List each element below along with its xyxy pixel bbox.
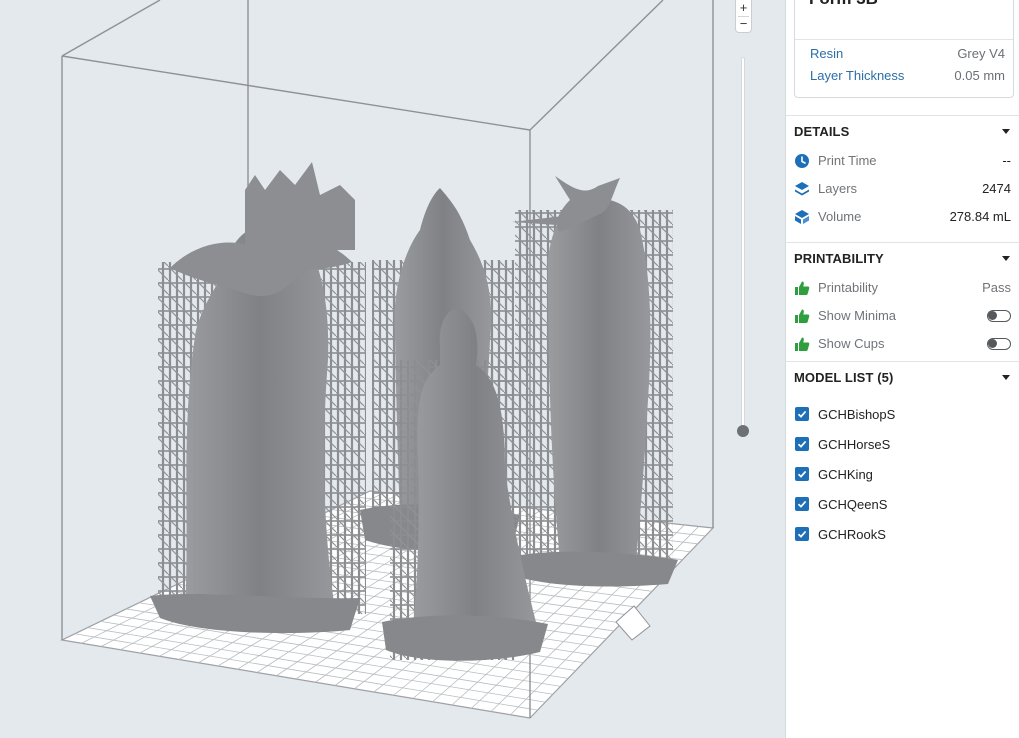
- details-header[interactable]: DETAILS: [786, 115, 1019, 145]
- checkmark-icon: [797, 470, 807, 478]
- layers-icon: [795, 182, 809, 196]
- chevron-down-icon: [1002, 256, 1010, 261]
- layers-row: Layers 2474: [786, 178, 1019, 200]
- 3d-viewport[interactable]: + −: [0, 0, 785, 738]
- clock-icon: [795, 154, 809, 168]
- model-checkbox[interactable]: [795, 437, 809, 451]
- volume-row: Volume 278.84 mL: [786, 206, 1019, 228]
- model-list-header[interactable]: MODEL LIST (5): [786, 361, 1019, 391]
- model-checkbox[interactable]: [795, 467, 809, 481]
- model-list-item[interactable]: GCHHorseS: [786, 434, 1019, 456]
- layer-slider-handle[interactable]: [737, 425, 749, 437]
- chevron-down-icon: [1002, 375, 1010, 380]
- layer-thickness-value: 0.05 mm: [954, 68, 1005, 83]
- model-gchrooks[interactable]: [150, 162, 366, 634]
- model-checkbox[interactable]: [795, 407, 809, 421]
- model-name: GCHKing: [818, 467, 873, 482]
- model-list-item[interactable]: GCHBishopS: [786, 404, 1019, 426]
- chevron-down-icon: [1002, 129, 1010, 134]
- model-list-item[interactable]: GCHQeenS: [786, 494, 1019, 516]
- volume-icon: [795, 210, 809, 224]
- show-cups-label: Show Cups: [818, 336, 885, 351]
- layers-value: 2474: [982, 181, 1011, 196]
- printer-divider: [795, 39, 1013, 40]
- layers-label: Layers: [818, 181, 858, 196]
- thumbs-up-icon: [795, 309, 810, 323]
- model-name: GCHHorseS: [818, 437, 891, 452]
- zoom-out-button[interactable]: −: [736, 16, 751, 31]
- printability-header[interactable]: PRINTABILITY: [786, 242, 1019, 272]
- print-time-label: Print Time: [818, 153, 877, 168]
- checkmark-icon: [797, 440, 807, 448]
- model-list-title: MODEL LIST (5): [794, 370, 894, 385]
- show-minima-label: Show Minima: [818, 308, 897, 323]
- show-minima-row: Show Minima: [786, 305, 1019, 327]
- model-gchhorses[interactable]: [512, 176, 678, 587]
- volume-label: Volume: [818, 209, 862, 224]
- layer-thickness-label[interactable]: Layer Thickness: [810, 68, 904, 83]
- thumbs-up-icon: [795, 337, 810, 351]
- model-list-item[interactable]: GCHKing: [786, 464, 1019, 486]
- checkmark-icon: [797, 530, 807, 538]
- printer-name: Form 3B: [809, 0, 878, 9]
- model-checkbox[interactable]: [795, 497, 809, 511]
- thumbs-up-icon: [795, 281, 810, 295]
- model-list-item[interactable]: GCHRookS: [786, 524, 1019, 546]
- model-name: GCHBishopS: [818, 407, 896, 422]
- checkmark-icon: [797, 410, 807, 418]
- print-time-value: --: [1002, 153, 1011, 168]
- printability-row: Printability Pass: [786, 277, 1019, 299]
- sidebar: Form 3B Resin Grey V4 Layer Thickness 0.…: [785, 0, 1019, 738]
- printability-value: Pass: [982, 280, 1011, 295]
- checkmark-icon: [797, 500, 807, 508]
- model-name: GCHRookS: [818, 527, 886, 542]
- details-title: DETAILS: [794, 124, 850, 139]
- zoom-controls: + −: [735, 0, 752, 33]
- show-minima-toggle[interactable]: [987, 310, 1011, 322]
- zoom-in-button[interactable]: +: [736, 0, 751, 15]
- show-cups-row: Show Cups: [786, 333, 1019, 355]
- model-checkbox[interactable]: [795, 527, 809, 541]
- resin-value: Grey V4: [957, 46, 1005, 61]
- print-time-row: Print Time --: [786, 150, 1019, 172]
- resin-label[interactable]: Resin: [810, 46, 843, 61]
- printability-label: Printability: [818, 280, 878, 295]
- show-cups-toggle[interactable]: [987, 338, 1011, 350]
- volume-value: 278.84 mL: [949, 209, 1011, 224]
- printer-card[interactable]: Form 3B Resin Grey V4 Layer Thickness 0.…: [794, 0, 1014, 98]
- print-scene[interactable]: [0, 0, 785, 738]
- layer-slider-track[interactable]: [741, 57, 745, 437]
- model-name: GCHQeenS: [818, 497, 888, 512]
- resin-row[interactable]: Resin Grey V4: [810, 46, 1005, 64]
- printability-title: PRINTABILITY: [794, 251, 884, 266]
- layer-thickness-row[interactable]: Layer Thickness 0.05 mm: [810, 68, 1005, 86]
